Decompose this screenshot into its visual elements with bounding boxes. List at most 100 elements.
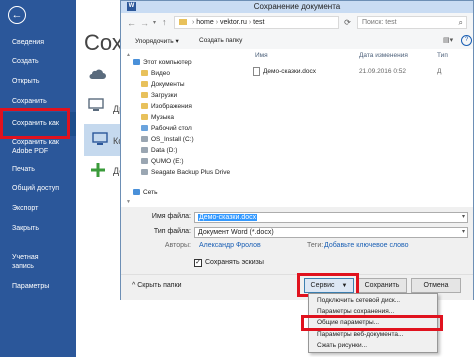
sidebar-item-share[interactable]: Общий доступ [0, 184, 76, 193]
computer-icon [133, 59, 140, 66]
tags-label: Теги: [307, 242, 324, 249]
sidebar-item-save-pdf[interactable]: Сохранить как Adobe PDF [0, 138, 70, 156]
search-icon: ⌕ [458, 18, 463, 27]
sidebar-item-export[interactable]: Экспорт [0, 204, 76, 213]
nav-label: QUMO (E:) [151, 158, 184, 165]
cancel-button[interactable]: Отмена [411, 278, 461, 293]
search-placeholder: Поиск: test [362, 19, 397, 26]
navigation-pane: ▲ Этот компьютер Видео Документы Загрузк… [121, 49, 242, 207]
search-input[interactable]: Поиск: test ⌕ [357, 16, 467, 29]
sidebar-item-account[interactable]: Учетная запись [0, 253, 60, 271]
caret-up-icon: ^ [132, 282, 136, 289]
tags-value[interactable]: Добавьте ключевое слово [324, 242, 409, 249]
forward-icon[interactable]: → [140, 18, 149, 28]
pictures-folder-icon [141, 103, 148, 110]
scroll-up-icon[interactable]: ▲ [126, 52, 131, 58]
sidebar-item-info[interactable]: Сведения [0, 38, 76, 47]
nav-label: Seagate Backup Plus Drive [151, 169, 231, 176]
breadcrumb-separator: › [191, 19, 195, 26]
breadcrumb-item[interactable]: test [253, 19, 264, 26]
save-dialog: W Сохранение документа ← → ▾ ↑ › home › … [120, 0, 474, 300]
view-options-icon[interactable]: ▤▾ [443, 36, 453, 44]
organize-label: Упорядочить [135, 38, 174, 45]
sidebar-item-print[interactable]: Печать [0, 165, 76, 174]
file-name: Демо-сказки.docx [263, 68, 317, 75]
menu-item-map-drive[interactable]: Подключить сетевой диск... [317, 297, 400, 305]
file-list: Имя Дата изменения Тип Демо-сказки.docx … [241, 49, 473, 207]
computer-icon [92, 132, 108, 146]
filename-field[interactable]: Демо-сказки.docx ▾ [194, 212, 468, 223]
menu-item-compress-pictures[interactable]: Сжать рисунки... [317, 342, 367, 350]
column-header-date[interactable]: Дата изменения [359, 52, 408, 59]
back-icon[interactable]: ← [127, 18, 136, 28]
column-header-type[interactable]: Тип [437, 52, 448, 59]
filetype-select[interactable]: Документ Word (*.docx) ▾ [194, 227, 468, 238]
nav-item-downloads[interactable]: Загрузки [141, 92, 177, 100]
highlight-frame [0, 108, 70, 139]
up-icon[interactable]: ↑ [162, 17, 167, 27]
hide-folders-label: Скрыть папки [137, 282, 182, 289]
onedrive-icon[interactable] [88, 68, 106, 80]
dialog-title: Сохранение документа [253, 2, 341, 11]
save-button[interactable]: Сохранить [357, 278, 407, 293]
nav-item-drive-d[interactable]: Data (D:) [141, 147, 177, 155]
nav-label: Музыка [151, 114, 174, 121]
nav-item-drive-e[interactable]: QUMO (E:) [141, 158, 184, 166]
thumbnails-checkbox[interactable]: ✓ [194, 259, 202, 267]
dialog-toolbar: Упорядочить ▾ Создать папку ▤▾ ? [121, 33, 473, 50]
filetype-label: Тип файла: [153, 228, 191, 235]
breadcrumb-separator: › [215, 19, 219, 26]
drive-icon [141, 169, 148, 176]
music-folder-icon [141, 114, 148, 121]
nav-label: Документы [151, 81, 185, 88]
nav-item-documents[interactable]: Документы [141, 81, 185, 89]
nav-label: Загрузки [151, 92, 178, 99]
filename-value: Демо-сказки.docx [198, 214, 258, 221]
chevron-down-icon[interactable]: ▾ [462, 213, 465, 222]
scroll-down-icon[interactable]: ▼ [126, 199, 131, 205]
file-date: 21.09.2016 0:52 [359, 68, 406, 75]
refresh-icon[interactable]: ⟳ [341, 16, 354, 29]
breadcrumb-separator: › [248, 19, 252, 26]
sidebar-item-open[interactable]: Открыть [0, 77, 76, 86]
column-header-name[interactable]: Имя [255, 52, 268, 59]
recent-dropdown-icon[interactable]: ▾ [153, 19, 156, 26]
nav-item-desktop[interactable]: Рабочий стол [141, 125, 192, 133]
back-arrow-icon[interactable]: ← [8, 6, 26, 24]
nav-item-drive-c[interactable]: OS_Install (C:) [141, 136, 194, 144]
breadcrumb-item[interactable]: vektor.ru [220, 19, 247, 26]
computer-location-icon[interactable] [88, 98, 104, 112]
hide-folders-toggle[interactable]: ^ Скрыть папки [132, 282, 182, 289]
nav-item-network[interactable]: Сеть [133, 189, 157, 197]
new-folder-button[interactable]: Создать папку [199, 37, 242, 44]
drive-icon [141, 147, 148, 154]
nav-item-this-pc[interactable]: Этот компьютер [133, 59, 192, 67]
video-folder-icon [141, 70, 148, 77]
downloads-folder-icon [141, 92, 148, 99]
authors-label: Авторы: [164, 242, 191, 249]
sidebar-item-close[interactable]: Закрыть [0, 224, 76, 233]
drive-icon [141, 158, 148, 165]
documents-folder-icon [141, 81, 148, 88]
nav-item-seagate[interactable]: Seagate Backup Plus Drive [141, 169, 239, 177]
add-place-icon[interactable] [91, 163, 105, 177]
nav-item-pictures[interactable]: Изображения [141, 103, 192, 111]
document-icon [253, 67, 260, 76]
nav-item-video[interactable]: Видео [141, 70, 170, 78]
menu-item-web-options[interactable]: Параметры веб-документа... [317, 331, 403, 339]
folder-icon [179, 19, 187, 26]
sidebar-item-save[interactable]: Сохранить [0, 97, 76, 106]
help-icon[interactable]: ? [461, 35, 472, 46]
organize-button[interactable]: Упорядочить ▾ [135, 37, 179, 45]
nav-label: Data (D:) [151, 147, 178, 154]
nav-item-music[interactable]: Музыка [141, 114, 174, 122]
breadcrumb[interactable]: › home › vektor.ru › test [174, 16, 339, 29]
sidebar-item-options[interactable]: Параметры [0, 282, 76, 291]
nav-label: Изображения [151, 103, 192, 110]
authors-value[interactable]: Александр Фролов [199, 242, 261, 249]
dialog-titlebar: W Сохранение документа [121, 1, 473, 13]
breadcrumb-item[interactable]: home [196, 19, 214, 26]
table-row[interactable]: Демо-сказки.docx 21.09.2016 0:52 Д [251, 66, 469, 77]
sidebar-item-new[interactable]: Создать [0, 57, 76, 66]
nav-label: OS_Install (C:) [151, 136, 194, 143]
